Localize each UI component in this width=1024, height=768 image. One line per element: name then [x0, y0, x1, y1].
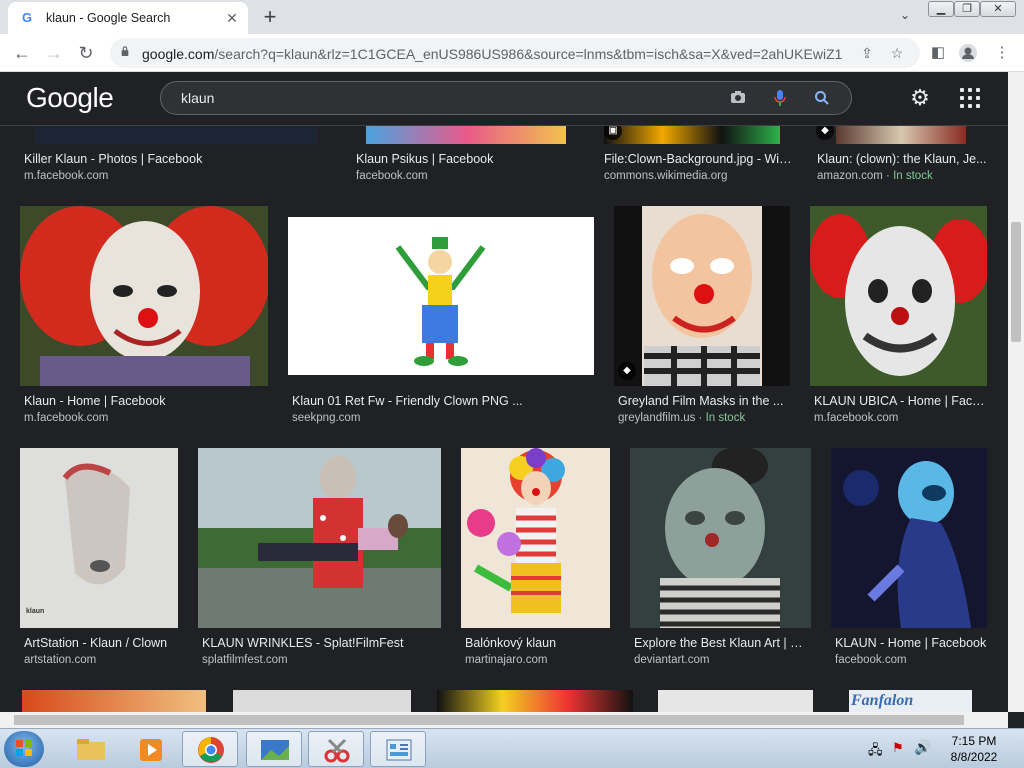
back-button[interactable]: ← — [10, 41, 34, 65]
result-caption[interactable]: Greyland Film Masks in the ... — [618, 394, 790, 408]
result-source[interactable]: facebook.com — [835, 654, 907, 666]
fanfalon-logo-text: Fanfalon — [851, 692, 914, 709]
result-source[interactable]: m.facebook.com — [24, 170, 108, 182]
result-image[interactable] — [810, 206, 987, 386]
restore-button[interactable]: ❐ — [954, 1, 980, 17]
file-explorer-icon[interactable] — [62, 731, 118, 767]
action-center-flag-icon[interactable]: ⚑ — [892, 740, 904, 756]
result-caption[interactable]: Killer Klaun - Photos | Facebook — [24, 152, 324, 166]
result-caption[interactable]: Balónkový klaun — [465, 636, 610, 650]
result-caption[interactable]: Klaun Psikus | Facebook — [356, 152, 586, 166]
result-caption[interactable]: File:Clown-Background.jpg - Wik... — [604, 152, 794, 166]
share-icon[interactable]: ⇪ — [858, 44, 876, 62]
photo-viewer-icon[interactable] — [246, 731, 302, 767]
result-image[interactable] — [604, 126, 780, 144]
side-panel-icon[interactable]: ◧ — [928, 43, 948, 63]
result-image[interactable] — [831, 448, 987, 628]
reload-button[interactable]: ↻ — [74, 41, 98, 65]
browser-tab[interactable]: G klaun - Google Search ✕ — [8, 2, 248, 34]
network-icon[interactable]: 🖧 — [868, 741, 883, 763]
result-image[interactable]: Fanfalon — [849, 690, 972, 712]
close-tab-icon[interactable]: ✕ — [224, 10, 240, 26]
camera-icon[interactable] — [729, 90, 747, 108]
google-header: Google klaun ⚙ — [0, 72, 1008, 126]
forward-button[interactable]: → — [42, 41, 66, 65]
result-source[interactable]: splatfilmfest.com — [202, 654, 288, 666]
horizontal-scrollbar-thumb[interactable] — [14, 715, 964, 725]
result-image[interactable] — [614, 206, 790, 386]
search-query[interactable]: klaun — [181, 90, 214, 106]
result-image[interactable] — [22, 690, 206, 712]
result-caption[interactable]: Klaun - Home | Facebook — [24, 394, 264, 408]
result-caption[interactable]: ArtStation - Klaun / Clown — [24, 636, 184, 650]
search-icon[interactable] — [813, 90, 831, 108]
google-logo[interactable]: Google — [26, 82, 114, 114]
windows-taskbar: 🖧 ⚑ 🔊 7:15 PM 8/8/2022 — [0, 728, 1024, 768]
result-source[interactable]: amazon.com · In stock — [817, 170, 933, 182]
artstation-watermark: klaun — [26, 608, 45, 615]
result-image[interactable] — [437, 690, 633, 712]
result-caption[interactable]: Klaun: (clown): the Klaun, Je... — [817, 152, 987, 166]
result-source[interactable]: artstation.com — [24, 654, 96, 666]
result-source[interactable]: m.facebook.com — [814, 412, 898, 424]
result-image[interactable] — [658, 690, 813, 712]
result-image[interactable] — [366, 126, 566, 144]
result-image[interactable] — [288, 217, 594, 375]
result-caption[interactable]: KLAUN UBICA - Home | Face... — [814, 394, 986, 408]
media-player-icon[interactable] — [122, 731, 178, 767]
profile-avatar-icon[interactable] — [958, 43, 978, 63]
start-button[interactable] — [4, 731, 44, 767]
result-caption[interactable]: KLAUN - Home | Facebook — [835, 636, 987, 650]
bookmark-star-icon[interactable]: ☆ — [888, 44, 906, 62]
result-source[interactable]: m.facebook.com — [24, 412, 108, 424]
result-image[interactable] — [233, 690, 411, 712]
result-image[interactable] — [34, 126, 318, 144]
control-panel-icon[interactable] — [370, 731, 426, 767]
clock-date: 8/8/2022 — [950, 750, 998, 764]
vertical-scrollbar-thumb[interactable] — [1011, 222, 1021, 342]
tab-title: klaun - Google Search — [46, 11, 171, 25]
google-favicon-icon: G — [22, 10, 33, 25]
vertical-scrollbar[interactable] — [1008, 72, 1024, 712]
result-caption[interactable]: Klaun 01 Ret Fw - Friendly Clown PNG ... — [292, 394, 592, 408]
chrome-taskbar-icon[interactable] — [182, 731, 238, 767]
tab-search-icon[interactable]: ⌄ — [896, 8, 914, 26]
lock-icon — [121, 46, 129, 56]
search-results-page: Google klaun ⚙ ▣ ◆ Killer Klaun - Photos… — [0, 72, 1008, 712]
chrome-menu-icon[interactable]: ⋮ — [992, 43, 1012, 63]
tab-strip: G klaun - Google Search ✕ + ⌄ ▁ ❐ ✕ — [0, 0, 1024, 34]
result-image[interactable] — [630, 448, 811, 628]
close-window-button[interactable]: ✕ — [980, 1, 1016, 17]
result-image[interactable] — [198, 448, 441, 628]
result-image[interactable] — [461, 448, 610, 628]
horizontal-scrollbar[interactable] — [0, 712, 1008, 728]
result-caption[interactable]: KLAUN WRINKLES - Splat!FilmFest — [202, 636, 442, 650]
taskbar-clock[interactable]: 7:15 PM 8/8/2022 — [944, 733, 1004, 765]
result-source[interactable]: deviantart.com — [634, 654, 709, 666]
in-stock-label: In stock — [705, 412, 746, 424]
search-box[interactable]: klaun — [160, 81, 852, 115]
result-image[interactable] — [836, 126, 966, 144]
in-stock-label: In stock — [893, 170, 933, 182]
result-source[interactable]: martinajaro.com — [465, 654, 547, 666]
result-source[interactable]: seekpng.com — [292, 412, 360, 424]
result-source[interactable]: greylandfilm.us · In stock — [618, 412, 745, 424]
browser-toolbar: ← → ↻ google.com/search?q=klaun&rlz=1C1G… — [0, 34, 1024, 72]
address-bar[interactable]: google.com/search?q=klaun&rlz=1C1GCEA_en… — [110, 38, 920, 68]
url-text: google.com/search?q=klaun&rlz=1C1GCEA_en… — [142, 46, 842, 62]
settings-gear-icon[interactable]: ⚙ — [908, 86, 932, 110]
snipping-tool-icon[interactable] — [308, 731, 364, 767]
result-source[interactable]: facebook.com — [356, 170, 428, 182]
google-apps-icon[interactable] — [958, 86, 982, 110]
new-tab-button[interactable]: + — [258, 6, 282, 30]
result-image[interactable] — [20, 206, 268, 386]
result-source[interactable]: commons.wikimedia.org — [604, 170, 727, 182]
minimize-button[interactable]: ▁ — [928, 1, 954, 17]
result-caption[interactable]: Explore the Best Klaun Art | D... — [634, 636, 806, 650]
microphone-icon[interactable] — [771, 90, 789, 108]
volume-icon[interactable]: 🔊 — [914, 739, 931, 756]
price-tag-icon: ◆ — [618, 362, 636, 380]
result-image[interactable]: klaun — [20, 448, 178, 628]
clock-time: 7:15 PM — [951, 734, 997, 748]
